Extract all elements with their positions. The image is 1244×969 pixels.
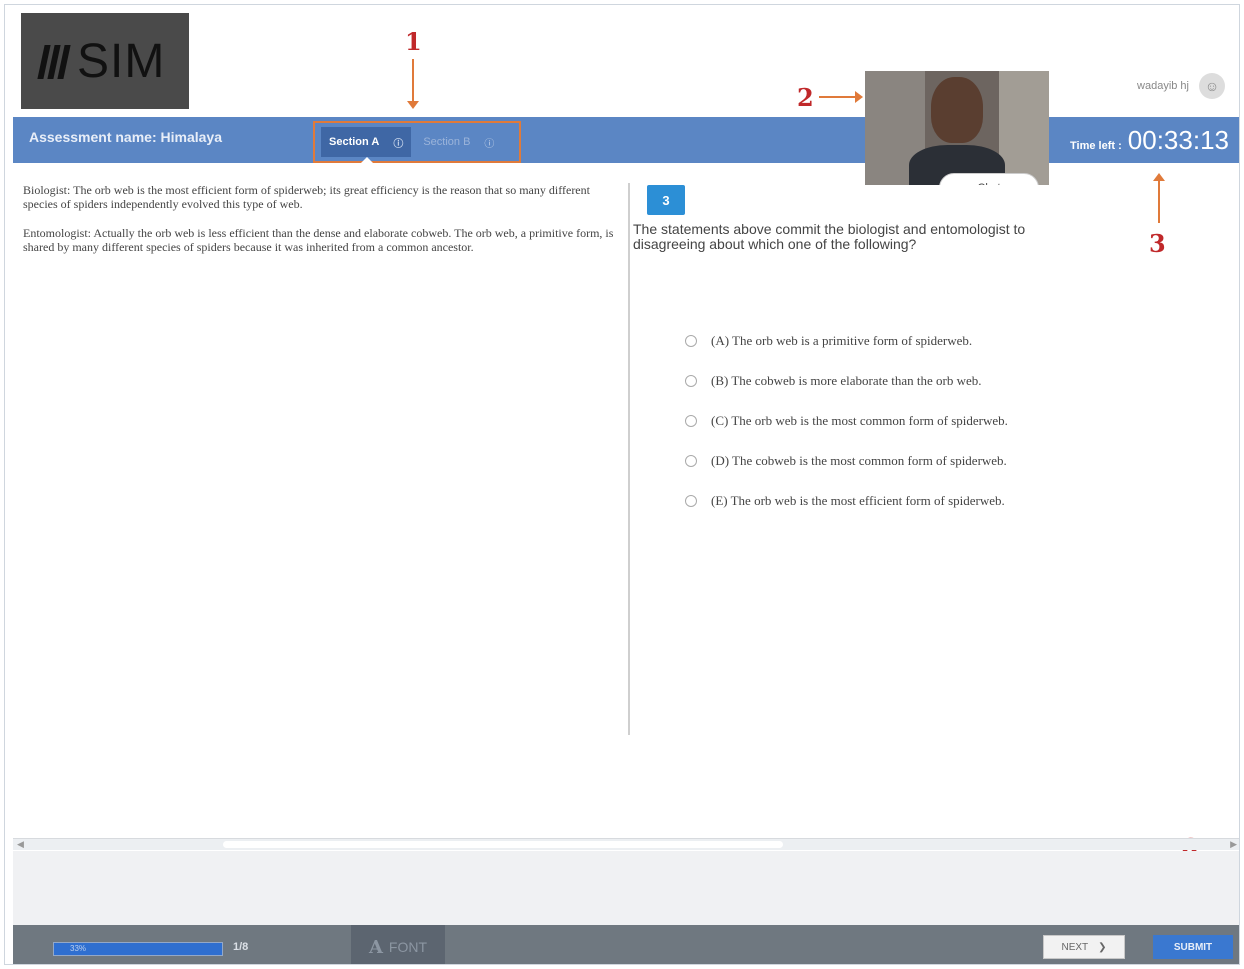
- annotation-arrowhead: [855, 91, 863, 103]
- tab-section-b-label: Section B: [423, 136, 471, 148]
- option-label: (D) The cobweb is the most common form o…: [711, 453, 1007, 468]
- progress-count: 1/8: [233, 941, 249, 953]
- radio-button[interactable]: [685, 495, 697, 507]
- tab-section-a[interactable]: Section A ⓘ: [321, 127, 412, 163]
- annotation-2: 2: [797, 83, 814, 112]
- answer-option[interactable]: (C) The orb web is the most common form …: [685, 401, 1008, 441]
- tab-section-a-label: Section A: [329, 136, 380, 148]
- user-icon[interactable]: ☺: [1199, 73, 1225, 99]
- answer-option[interactable]: (A) The orb web is a primitive form of s…: [685, 321, 1008, 361]
- info-icon[interactable]: ⓘ: [484, 135, 494, 150]
- next-button-label: NEXT: [1061, 941, 1089, 953]
- annotation-arrowhead: [407, 101, 419, 109]
- chat-button[interactable]: Chat: [939, 173, 1039, 185]
- user-name: wadayib hj: [1137, 80, 1189, 92]
- logo-mark-icon: [35, 41, 73, 81]
- pane-divider[interactable]: [628, 183, 630, 735]
- question-text: The statements above commit the biologis…: [633, 221, 1026, 253]
- timer-value: 00:33:13: [1127, 125, 1229, 155]
- progress-bar: 33%: [53, 942, 223, 956]
- assessment-name: Assessment name: Himalaya: [29, 129, 222, 145]
- logo-text: SIM: [77, 34, 166, 88]
- option-label: (A) The orb web is a primitive form of s…: [711, 333, 973, 348]
- answer-option[interactable]: (B) The cobweb is more elaborate than th…: [685, 361, 1008, 401]
- exam-window: SIM wadayib hj ☺ Assessment name: Himala…: [4, 4, 1240, 965]
- scroll-left-icon[interactable]: ◀: [17, 839, 24, 850]
- option-label: (E) The orb web is the most efficient fo…: [711, 493, 1005, 508]
- webcam-background: [999, 71, 1049, 185]
- answer-option[interactable]: (E) The orb web is the most efficient fo…: [685, 481, 1008, 521]
- annotation-arrow: [412, 59, 414, 103]
- submit-button[interactable]: SUBMIT: [1153, 935, 1233, 959]
- answer-options: (A) The orb web is a primitive form of s…: [685, 321, 1008, 521]
- option-label: (C) The orb web is the most common form …: [711, 413, 1008, 428]
- footer-bar: 33% 1/8 A FONT NEXT ❯ SUBMIT: [13, 925, 1239, 964]
- annotation-arrowhead: [1153, 173, 1165, 181]
- section-tabs: Section A ⓘ Section B ⓘ: [313, 121, 521, 163]
- logo: SIM: [21, 13, 189, 109]
- font-icon: A: [368, 936, 383, 958]
- user-area[interactable]: wadayib hj ☺: [1137, 73, 1225, 99]
- radio-button[interactable]: [685, 375, 697, 387]
- horizontal-scrollbar[interactable]: ◀ ▶: [13, 838, 1239, 850]
- next-button[interactable]: NEXT ❯: [1043, 935, 1125, 959]
- bottom-panel: [13, 851, 1239, 925]
- chevron-right-icon: ❯: [1098, 941, 1107, 953]
- annotation-arrow: [819, 96, 857, 98]
- question-number: 3: [647, 185, 685, 215]
- option-label: (B) The cobweb is more elaborate than th…: [711, 373, 982, 388]
- scroll-right-icon[interactable]: ▶: [1230, 839, 1237, 850]
- scrollbar-thumb[interactable]: [223, 841, 783, 848]
- timer: Time left : 00:33:13: [1070, 125, 1229, 156]
- webcam-preview: Chat: [865, 71, 1049, 185]
- reading-passage: Biologist: The orb web is the most effic…: [23, 183, 615, 269]
- progress-label: 33%: [70, 944, 87, 953]
- radio-button[interactable]: [685, 335, 697, 347]
- radio-button[interactable]: [685, 415, 697, 427]
- annotation-arrow: [1158, 181, 1160, 223]
- radio-button[interactable]: [685, 455, 697, 467]
- webcam-person-head: [931, 77, 983, 143]
- passage-paragraph: Biologist: The orb web is the most effic…: [23, 183, 590, 212]
- font-button-label: FONT: [388, 939, 428, 955]
- info-icon[interactable]: ⓘ: [393, 135, 403, 150]
- annotation-3: 3: [1149, 229, 1166, 258]
- tab-section-b[interactable]: Section B ⓘ: [415, 127, 502, 157]
- timer-label: Time left :: [1070, 140, 1122, 152]
- font-size-button[interactable]: A FONT: [351, 925, 445, 964]
- answer-option[interactable]: (D) The cobweb is the most common form o…: [685, 441, 1008, 481]
- annotation-1: 1: [405, 27, 422, 56]
- passage-paragraph: Entomologist: Actually the orb web is le…: [23, 225, 614, 255]
- header-bar: Assessment name: Himalaya Section A ⓘ Se…: [13, 117, 1239, 163]
